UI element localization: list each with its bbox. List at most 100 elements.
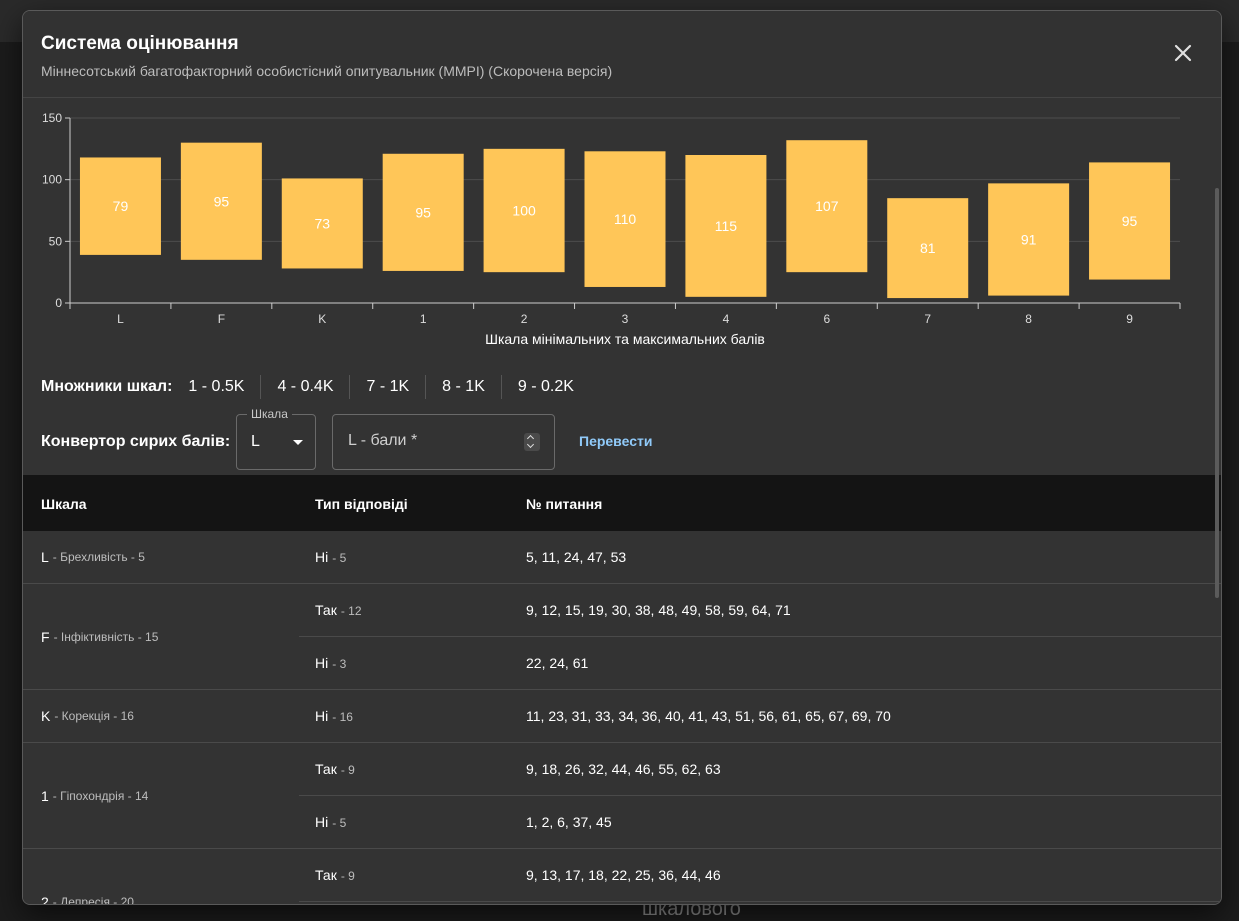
answer-count: - 5 <box>332 551 347 565</box>
raw-score-input[interactable] <box>346 431 510 451</box>
scale-name: - Брехливість - 5 <box>52 550 145 564</box>
table-row-group: L - Брехливість - 5 Ні - 5 5, 11, 24, 47,… <box>23 531 1221 584</box>
answer-type: Так <box>315 602 337 618</box>
scale-code: L <box>41 549 49 565</box>
x-tick-label: L <box>117 312 124 326</box>
table-row-group: 2 - Депресія - 20 Так - 9 9, 13, 17, 18, … <box>23 849 1221 904</box>
x-tick-label: 8 <box>1025 312 1032 326</box>
scale-name: - Інфіктивність - 15 <box>53 629 159 644</box>
scale-cell: F - Інфіктивність - 15 <box>41 584 158 689</box>
multiplier-item: 4 - 0.4K <box>260 375 349 399</box>
y-tick-label: 150 <box>42 111 62 125</box>
answer-type: Так <box>315 761 337 777</box>
table-row-group: F - Інфіктивність - 15 Так - 12 9, 12, 15… <box>23 584 1221 690</box>
table-row: Ні - 3 22, 24, 61 <box>299 637 1221 689</box>
answer-type-cell: Ні - 16 <box>315 708 353 724</box>
scale-name: - Гіпохондрія - 14 <box>52 788 149 803</box>
scale-select[interactable]: Шкала L <box>236 407 316 470</box>
scale-select-label: Шкала <box>247 407 292 421</box>
table-row-group: 1 - Гіпохондрія - 14 Так - 9 9, 18, 26, 3… <box>23 743 1221 849</box>
question-numbers: 9, 13, 17, 18, 22, 25, 36, 44, 46 <box>526 867 721 883</box>
table-row: Ні - 5 5, 11, 24, 47, 53 <box>299 531 1221 583</box>
column-header-scale: Шкала <box>41 496 87 512</box>
multiplier-item: 8 - 1K <box>425 375 501 399</box>
y-tick-label: 50 <box>49 234 63 248</box>
table-row: Ні - 16 11, 23, 31, 33, 34, 36, 40, 41, 4… <box>299 690 1221 742</box>
x-tick-label: 6 <box>823 312 830 326</box>
scale-cell: L - Брехливість - 5 <box>41 531 145 583</box>
bar-label: 100 <box>512 203 536 219</box>
scale-name: - Депресія - 20 <box>52 894 134 905</box>
answer-count: - 3 <box>332 657 347 671</box>
answer-type-cell: Так - 9 <box>315 867 355 883</box>
caret-down-icon <box>293 440 303 445</box>
answer-type-cell: Так - 9 <box>315 761 355 777</box>
table-body: L - Брехливість - 5 Ні - 5 5, 11, 24, 47,… <box>23 531 1221 904</box>
scale-select-value: L <box>251 433 260 450</box>
dialog-title: Система оцінювання <box>41 33 239 54</box>
bar-label: 107 <box>815 198 839 214</box>
table-row: Так - 9 9, 13, 17, 18, 22, 25, 36, 44, 46 <box>299 849 1221 902</box>
table-header: Шкала Тип відповіді № питання <box>23 475 1221 531</box>
multiplier-item: 1 - 0.5K <box>188 378 245 395</box>
number-stepper-icon[interactable] <box>524 433 540 451</box>
raw-score-field[interactable] <box>332 414 555 470</box>
table-row: Так - 12 9, 12, 15, 19, 30, 38, 48, 49, 5… <box>299 584 1221 637</box>
bar-label: 79 <box>113 198 129 214</box>
scale-code: F <box>41 628 50 645</box>
question-numbers: 9, 18, 26, 32, 44, 46, 55, 62, 63 <box>526 761 721 777</box>
answer-count: - 5 <box>332 816 347 830</box>
table-row: Ні - 5 1, 2, 6, 37, 45 <box>299 796 1221 848</box>
question-numbers: 5, 11, 24, 47, 53 <box>526 549 627 565</box>
x-tick-label: 4 <box>723 312 730 326</box>
scale-cell: 2 - Депресія - 20 <box>41 849 134 905</box>
close-icon <box>1174 44 1192 62</box>
answer-type: Так <box>315 867 337 883</box>
y-tick-label: 0 <box>55 296 62 310</box>
x-tick-label: 2 <box>521 312 528 326</box>
answer-type: Ні <box>315 655 329 671</box>
column-header-question-number: № питання <box>526 496 603 512</box>
answer-type-cell: Так - 12 <box>315 602 362 618</box>
scale-cell: 1 - Гіпохондрія - 14 <box>41 743 148 848</box>
scale-code: 1 <box>41 787 49 804</box>
column-header-answer-type: Тип відповіді <box>315 496 408 512</box>
question-numbers: 22, 24, 61 <box>526 655 589 671</box>
multiplier-item: 7 - 1K <box>349 375 425 399</box>
x-tick-label: 3 <box>622 312 629 326</box>
dialog-content: 0 50 100 150 79 L 95 F 73 K 95 1 100 2 110 3 115 4 107 6 81 7… <box>23 98 1221 904</box>
question-numbers: 9, 12, 15, 19, 30, 38, 48, 49, 58, 59, 6… <box>526 602 791 618</box>
y-tick-label: 100 <box>42 173 62 187</box>
bar-label: 95 <box>214 193 230 209</box>
x-axis-label: Шкала мінімальних та максимальних балів <box>485 331 765 347</box>
answer-count: - 16 <box>332 710 353 724</box>
scale-code: K <box>41 708 51 724</box>
bar-label: 115 <box>715 218 738 234</box>
answer-type-cell: Ні - 5 <box>315 814 346 830</box>
x-tick-label: 1 <box>420 312 427 326</box>
answer-count: - 9 <box>340 763 355 777</box>
scoring-system-dialog: Система оцінювання Міннесотський багатоф… <box>22 10 1222 905</box>
answer-type: Ні <box>315 549 329 565</box>
bar-label: 110 <box>614 211 637 227</box>
x-tick-label: F <box>218 312 225 326</box>
convert-button[interactable]: Перевести <box>579 433 652 449</box>
x-tick-label: 9 <box>1126 312 1133 326</box>
answer-type: Ні <box>315 708 329 724</box>
table-row: Так - 9 9, 18, 26, 32, 44, 46, 55, 62, 63 <box>299 743 1221 796</box>
dialog-subtitle: Міннесотський багатофакторний особистісн… <box>41 63 613 79</box>
bar-label: 91 <box>1021 231 1037 247</box>
dialog-header: Система оцінювання Міннесотський багатоф… <box>23 11 1221 98</box>
scale-cell: K - Корекція - 16 <box>41 690 134 742</box>
answer-count: - 12 <box>340 604 362 618</box>
table-row-group: K - Корекція - 16 Ні - 16 11, 23, 31, 33,… <box>23 690 1221 743</box>
bar-label: 95 <box>1122 213 1138 229</box>
bar-label: 81 <box>920 240 936 256</box>
question-numbers: 11, 23, 31, 33, 34, 36, 40, 41, 43, 51, … <box>526 708 891 724</box>
close-button[interactable] <box>1171 41 1195 65</box>
question-numbers: 1, 2, 6, 37, 45 <box>526 814 612 830</box>
multiplier-item: 9 - 0.2K <box>500 375 590 399</box>
scale-name: - Корекція - 16 <box>54 709 134 723</box>
scrollbar[interactable] <box>1215 188 1219 598</box>
multipliers-label: Множники шкал: <box>41 378 173 395</box>
